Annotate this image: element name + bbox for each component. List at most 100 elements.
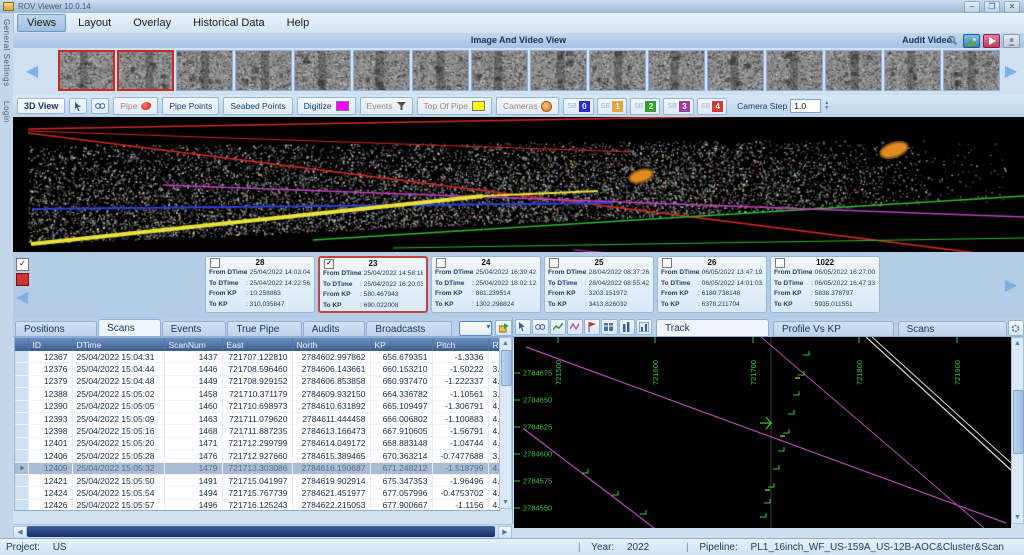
sidebar-item-general-settings[interactable]: General Settings [2, 19, 11, 87]
toggle-top-of-pipe[interactable]: Top Of Pipe [417, 97, 492, 115]
video-thumbnail[interactable] [825, 50, 882, 91]
sb-button-3[interactable]: SB3 [663, 98, 693, 115]
thumbnails-prev-button[interactable]: ◀ [21, 56, 43, 86]
map-scroll-up-icon[interactable]: ▲ [1012, 338, 1023, 349]
column-header-pitch[interactable]: Pitch [432, 338, 488, 351]
table-row[interactable]: ►1240925/04/2022 15:05:321479721713.3030… [15, 462, 500, 474]
tab-true-pipe[interactable]: True Pipe [227, 321, 301, 336]
video-thumbnail[interactable] [648, 50, 705, 91]
video-thumbnail[interactable] [471, 50, 528, 91]
select-all-scans-checkbox[interactable]: ✓ [16, 258, 29, 271]
close-button[interactable]: ✕ [1004, 1, 1020, 13]
scan-card-1022[interactable]: 1022From DTime: 06/05/2022 16:27:00.000T… [770, 256, 880, 313]
video-thumbnail[interactable] [58, 50, 115, 91]
tab-events[interactable]: Events [162, 321, 227, 336]
toggle-events[interactable]: Events [360, 97, 413, 115]
menu-item-layout[interactable]: Layout [68, 14, 121, 32]
sidebar-item-login[interactable]: Login [2, 101, 11, 123]
maximize-button[interactable]: ❐ [984, 1, 1000, 13]
video-thumbnail[interactable] [884, 50, 941, 91]
sb-button-2[interactable]: SB2 [630, 98, 660, 115]
scrollbar-thumb[interactable] [27, 526, 495, 537]
table-row[interactable]: 1239825/04/2022 15:05:161468721711.88723… [15, 425, 500, 437]
pointer-tool-button[interactable] [69, 98, 87, 114]
scans-prev-button[interactable]: ◀ [11, 282, 33, 312]
scan-checkbox[interactable]: ✓ [324, 259, 334, 269]
sb-button-4[interactable]: SB4 [697, 98, 727, 115]
table-row[interactable]: 1240125/04/2022 15:05:201471721712.29979… [15, 437, 500, 449]
camera-step-input[interactable]: 1.0 [790, 99, 821, 113]
tab-audits[interactable]: Audits [303, 321, 366, 336]
scans-next-button[interactable]: ▶ [1000, 270, 1022, 300]
table-row[interactable]: 1238825/04/2022 15:05:021458721710.37117… [15, 388, 500, 400]
video-icon[interactable] [983, 34, 1000, 48]
user-icon[interactable] [1003, 34, 1020, 48]
table-row[interactable]: 1237625/04/2022 15:04:441446721708.59646… [15, 363, 500, 375]
video-thumbnail[interactable] [707, 50, 764, 91]
toggle-cameras[interactable]: Cameras [496, 97, 559, 115]
video-thumbnail[interactable] [766, 50, 823, 91]
columns-icon[interactable] [619, 319, 635, 335]
flag-icon[interactable] [584, 319, 600, 335]
video-thumbnail[interactable] [412, 50, 469, 91]
scan-checkbox[interactable] [436, 258, 446, 268]
chart-icon[interactable] [550, 319, 566, 335]
scan-card-28[interactable]: 28From DTime: 25/04/2022 14:03:04.000To … [205, 256, 315, 313]
minimize-button[interactable]: – [964, 1, 980, 13]
tab-broadcasts[interactable]: Broadcasts [366, 321, 452, 336]
locate-icon[interactable] [495, 320, 512, 336]
point-cloud-3d-view[interactable] [13, 117, 1024, 252]
menu-item-overlay[interactable]: Overlay [123, 14, 181, 32]
filter-combobox[interactable] [459, 321, 492, 336]
table-row[interactable]: 1236725/04/2022 15:04:311437721707.12281… [15, 351, 500, 363]
scan-card-26[interactable]: 26From DTime: 06/05/2022 13:47:19.000To … [657, 256, 767, 313]
pointer-icon[interactable] [515, 319, 531, 335]
table-vertical-scrollbar[interactable]: ▲ ▼ [499, 337, 512, 509]
video-thumbnail[interactable] [353, 50, 410, 91]
video-thumbnail[interactable] [589, 50, 646, 91]
tab-positions[interactable]: Positions [15, 321, 97, 336]
menu-item-views[interactable]: Views [17, 14, 66, 32]
toggle-digitize[interactable]: Digitize [297, 97, 356, 115]
scan-checkbox[interactable] [662, 258, 672, 268]
scroll-down-icon[interactable]: ▼ [500, 497, 511, 508]
tab-scans[interactable]: Scans [898, 321, 1007, 336]
column-header-east[interactable]: East [222, 338, 292, 351]
toggle-pipe[interactable]: Pipe [113, 97, 158, 115]
track-map-view[interactable]: 7215007216007217007218007219002784675278… [514, 337, 1011, 528]
column-header-north[interactable]: North [292, 338, 370, 351]
video-thumbnail[interactable] [117, 50, 174, 91]
table-row[interactable]: 1237925/04/2022 15:04:481449721708.92915… [15, 375, 500, 387]
scan-card-23[interactable]: ✓23From DTime: 25/04/2022 14:58:18.000To… [318, 256, 428, 313]
search-icon[interactable] [945, 34, 960, 46]
sb-button-0[interactable]: SB0 [563, 98, 593, 115]
map-vertical-scrollbar[interactable]: ▲ ▼ [1011, 337, 1024, 524]
scan-checkbox[interactable] [210, 258, 220, 268]
video-thumbnail[interactable] [943, 50, 1000, 91]
polyline-icon[interactable] [567, 319, 583, 335]
table-row[interactable]: 1242125/04/2022 15:05:501491721715.04199… [15, 474, 500, 486]
tab-scans[interactable]: Scans [98, 319, 161, 336]
column-header-scannum[interactable]: ScanNum [164, 338, 222, 351]
toggle-seabed-points[interactable]: Seabed Points [223, 97, 292, 115]
stats-icon[interactable] [636, 319, 652, 335]
scan-checkbox[interactable] [549, 258, 559, 268]
grid-icon[interactable] [601, 319, 617, 335]
table-row[interactable]: 1242425/04/2022 15:05:541494721715.76773… [15, 487, 500, 499]
tab-track[interactable]: Track [656, 319, 769, 336]
thumbnails-next-button[interactable]: ▶ [1000, 56, 1022, 86]
sb-button-1[interactable]: SB1 [597, 98, 627, 115]
table-row[interactable]: 1239025/04/2022 15:05:051460721710.69897… [15, 400, 500, 412]
tab-profile-vs-kp[interactable]: Profile Vs KP [773, 321, 894, 336]
scan-card-25[interactable]: 25From DTime: 28/04/2022 08:37:26.000To … [544, 256, 654, 313]
video-thumbnail[interactable] [176, 50, 233, 91]
table-row[interactable]: 1242625/04/2022 15:05:571496721716.12524… [15, 499, 500, 511]
table-horizontal-scrollbar[interactable]: ◀ ▶ [13, 524, 512, 539]
measure-tool-button[interactable] [91, 98, 109, 114]
scan-card-24[interactable]: 24From DTime: 25/04/2022 16:39:42.000To … [431, 256, 541, 313]
column-header-dtime[interactable]: DTime [72, 338, 164, 351]
video-thumbnail[interactable] [530, 50, 587, 91]
map-scroll-down-icon[interactable]: ▼ [1012, 512, 1023, 523]
video-thumbnail[interactable] [235, 50, 292, 91]
gear-icon[interactable] [1008, 320, 1024, 336]
